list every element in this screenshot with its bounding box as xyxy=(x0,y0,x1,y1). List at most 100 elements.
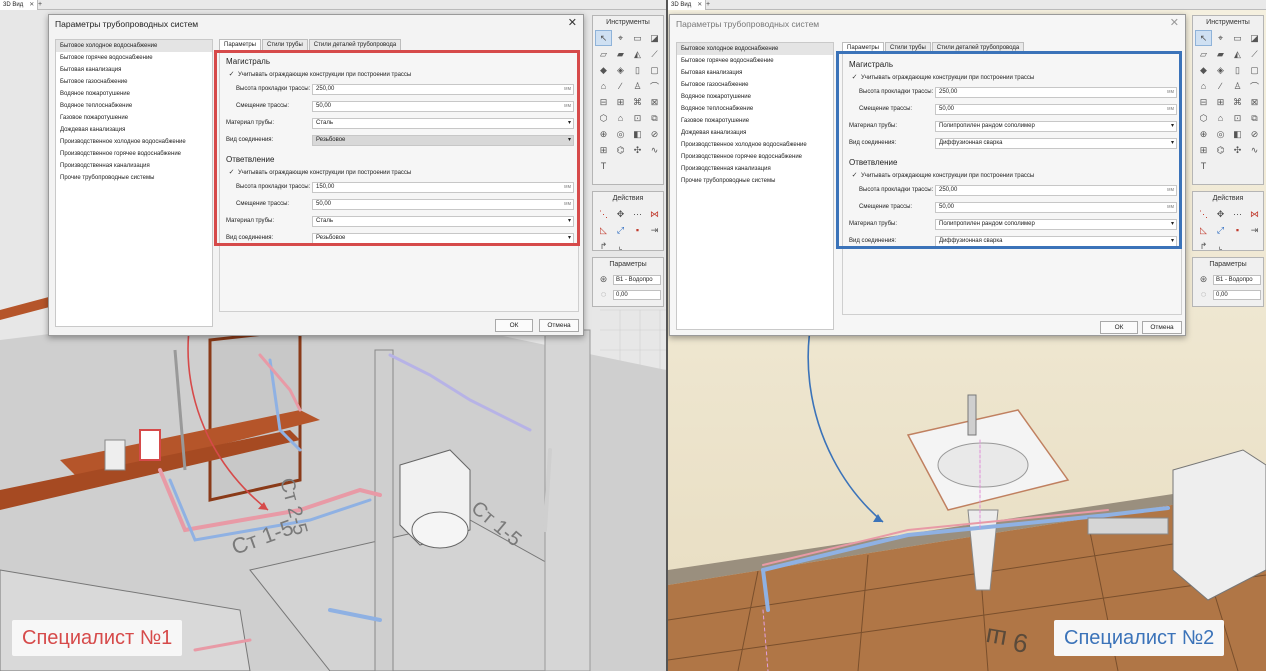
tool-icon[interactable]: ⊞ xyxy=(612,94,629,110)
tool-icon[interactable]: ◎ xyxy=(1212,126,1229,142)
tool-icon[interactable]: ♙ xyxy=(1229,78,1246,94)
list-item[interactable]: Бытовая канализация xyxy=(677,67,833,79)
close-icon[interactable]: ✕ xyxy=(697,2,702,8)
offset-field[interactable]: 0,00 xyxy=(613,290,661,300)
tool-icon[interactable]: ◪ xyxy=(1246,30,1263,46)
action-icon[interactable]: ✥ xyxy=(612,206,629,222)
system-select[interactable]: В1 - Водопро xyxy=(613,275,661,285)
tool-icon[interactable]: ▢ xyxy=(1246,62,1263,78)
action-icon[interactable]: ◺ xyxy=(1195,222,1212,238)
tool-icon[interactable]: ⌬ xyxy=(612,142,629,158)
list-item[interactable]: Бытовое холодное водоснабжение xyxy=(677,43,833,55)
list-item[interactable]: Газовое пожаротушение xyxy=(677,115,833,127)
tool-icon[interactable]: ⊠ xyxy=(1246,94,1263,110)
tool-icon[interactable]: ◎ xyxy=(612,126,629,142)
list-item[interactable]: Бытовое горячее водоснабжение xyxy=(677,55,833,67)
tool-icon[interactable]: ▱ xyxy=(1195,46,1212,62)
list-item[interactable]: Водяное пожаротушение xyxy=(56,88,212,100)
list-item[interactable]: Производственное горячее водоснабжение xyxy=(677,151,833,163)
offset-field[interactable]: 0,00 xyxy=(1213,290,1261,300)
list-item[interactable]: Водяное теплоснабжение xyxy=(56,100,212,112)
tool-icon[interactable]: ⊕ xyxy=(1195,126,1212,142)
action-icon[interactable]: ⋈ xyxy=(1246,206,1263,222)
tool-icon[interactable]: ◭ xyxy=(629,46,646,62)
tool-icon[interactable]: ⊞ xyxy=(595,142,612,158)
tool-icon[interactable]: ⊞ xyxy=(1212,94,1229,110)
cancel-button[interactable]: Отмена xyxy=(539,319,579,332)
tool-icon[interactable]: ◆ xyxy=(1195,62,1212,78)
action-icon[interactable]: ↱ xyxy=(1195,238,1212,254)
tool-icon[interactable]: ⌘ xyxy=(629,94,646,110)
tool-icon[interactable]: ⌒ xyxy=(1246,78,1263,94)
tool-icon[interactable]: ▭ xyxy=(1229,30,1246,46)
tool-icon[interactable]: ◪ xyxy=(646,30,663,46)
action-icon[interactable]: ✥ xyxy=(1212,206,1229,222)
list-item[interactable]: Производственное холодное водоснабжение xyxy=(56,136,212,148)
action-icon[interactable]: ▪ xyxy=(629,222,646,238)
tool-icon[interactable]: ▰ xyxy=(612,46,629,62)
tool-icon[interactable]: ⌂ xyxy=(612,110,629,126)
list-item[interactable]: Бытовое газоснабжение xyxy=(677,79,833,91)
tool-icon[interactable]: ⬡ xyxy=(1195,110,1212,126)
ok-button[interactable]: ОК xyxy=(1100,321,1138,334)
action-icon[interactable]: ⇥ xyxy=(646,222,663,238)
tool-icon[interactable]: ▢ xyxy=(646,62,663,78)
tool-icon[interactable]: ⊟ xyxy=(595,94,612,110)
list-item[interactable]: Водяное теплоснабжение xyxy=(677,103,833,115)
tool-icon[interactable]: ⌒ xyxy=(646,78,663,94)
text-tool-icon[interactable]: T xyxy=(595,158,612,174)
close-icon[interactable]: ✕ xyxy=(1170,16,1179,29)
list-item[interactable]: Дождевая канализация xyxy=(56,124,212,136)
tool-icon[interactable]: ◈ xyxy=(1212,62,1229,78)
tool-icon[interactable]: ⊕ xyxy=(595,126,612,142)
tool-icon[interactable]: ∿ xyxy=(1246,142,1263,158)
tool-icon[interactable]: ✣ xyxy=(629,142,646,158)
cancel-button[interactable]: Отмена xyxy=(1142,321,1182,334)
tool-icon[interactable]: ◈ xyxy=(612,62,629,78)
list-item[interactable]: Прочие трубопроводные системы xyxy=(677,175,833,187)
list-item[interactable]: Бытовое горячее водоснабжение xyxy=(56,52,212,64)
tool-icon[interactable]: ⊠ xyxy=(646,94,663,110)
tool-icon[interactable]: ⌘ xyxy=(1229,94,1246,110)
tool-icon[interactable]: ⊟ xyxy=(1195,94,1212,110)
list-item[interactable]: Производственное горячее водоснабжение xyxy=(56,148,212,160)
action-icon[interactable]: ◺ xyxy=(595,222,612,238)
tool-icon[interactable]: ✣ xyxy=(1229,142,1246,158)
tool-icon[interactable]: ▱ xyxy=(595,46,612,62)
tool-icon[interactable]: ⧉ xyxy=(1246,110,1263,126)
tool-icon[interactable]: ⊞ xyxy=(1195,142,1212,158)
action-icon[interactable]: ⤢ xyxy=(1212,222,1229,238)
action-icon[interactable]: ⋯ xyxy=(629,206,646,222)
action-icon[interactable]: ⤢ xyxy=(612,222,629,238)
tool-icon[interactable]: ⌂ xyxy=(1212,110,1229,126)
tool-icon[interactable]: ⟋ xyxy=(1246,46,1263,62)
list-item[interactable]: Производственная канализация xyxy=(56,160,212,172)
tool-icon[interactable]: ▭ xyxy=(629,30,646,46)
list-item[interactable]: Бытовая канализация xyxy=(56,64,212,76)
action-icon[interactable]: ⌞ xyxy=(1212,238,1229,254)
tool-icon[interactable]: ♙ xyxy=(629,78,646,94)
tab-3d-view[interactable]: 3D Вид ✕ xyxy=(668,0,707,10)
system-select[interactable]: В1 - Водопро xyxy=(1213,275,1261,285)
tool-icon[interactable]: ◧ xyxy=(629,126,646,142)
select-cursor-icon[interactable]: ↖ xyxy=(595,30,612,46)
text-tool-icon[interactable]: T xyxy=(1195,158,1212,174)
add-tab-icon[interactable]: + xyxy=(36,0,44,10)
tool-icon[interactable]: ⌬ xyxy=(1212,142,1229,158)
tool-icon[interactable]: ▯ xyxy=(1229,62,1246,78)
add-tab-icon[interactable]: + xyxy=(704,0,712,10)
tool-icon[interactable]: ◧ xyxy=(1229,126,1246,142)
tool-icon[interactable]: ⌖ xyxy=(612,30,629,46)
action-icon[interactable]: ↱ xyxy=(595,238,612,254)
tool-icon[interactable]: ▯ xyxy=(629,62,646,78)
tool-icon[interactable]: ∕ xyxy=(1212,78,1229,94)
action-icon[interactable]: ⋯ xyxy=(1229,206,1246,222)
tool-icon[interactable]: ▰ xyxy=(1212,46,1229,62)
list-item[interactable]: Водяное пожаротушение xyxy=(677,91,833,103)
action-icon[interactable]: ⇥ xyxy=(1246,222,1263,238)
tool-icon[interactable]: ⧉ xyxy=(646,110,663,126)
tool-icon[interactable]: ⊘ xyxy=(1246,126,1263,142)
list-item[interactable]: Дождевая канализация xyxy=(677,127,833,139)
close-icon[interactable]: ✕ xyxy=(29,2,34,8)
tool-icon[interactable]: ⊡ xyxy=(629,110,646,126)
